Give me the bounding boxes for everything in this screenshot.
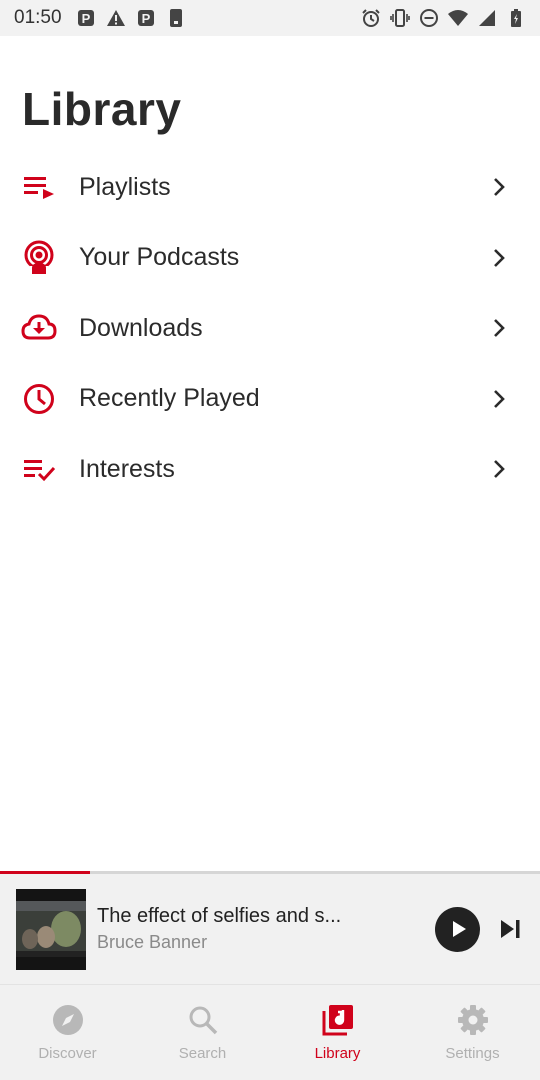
nav-item-library[interactable]: Library [270, 985, 405, 1080]
signal-icon [479, 10, 495, 26]
podcast-icon [20, 239, 58, 277]
play-button[interactable] [435, 906, 480, 952]
nav-item-settings[interactable]: Settings [405, 985, 540, 1080]
menu-item-playlists[interactable]: Playlists [0, 152, 540, 223]
status-time: 01:50 [14, 7, 62, 28]
wifi-icon [448, 10, 468, 26]
gear-icon [457, 1005, 488, 1035]
skip-next-button[interactable] [496, 915, 524, 943]
status-system-icons [361, 8, 526, 28]
search-icon [189, 1006, 217, 1035]
status-notification-icons: P P [76, 8, 186, 28]
nav-item-discover[interactable]: Discover [0, 985, 135, 1080]
mini-player[interactable]: The effect of selfies and s... Bruce Ban… [0, 874, 540, 984]
bottom-navigation: Discover Search Library Settings [0, 984, 540, 1080]
nav-label: Settings [445, 1045, 500, 1062]
chevron-right-icon [494, 248, 505, 267]
skip-next-icon [501, 920, 520, 938]
svg-text:P: P [141, 11, 150, 26]
playlist-icon [20, 168, 58, 206]
svg-text:P: P [81, 11, 90, 26]
track-artist: Bruce Banner [97, 932, 208, 952]
nav-item-search[interactable]: Search [135, 985, 270, 1080]
page-title: Library [22, 83, 182, 135]
clock-icon [20, 380, 58, 418]
menu-item-interests[interactable]: Interests [0, 434, 540, 505]
chevron-right-icon [494, 460, 505, 479]
parking-icon: P [77, 10, 94, 26]
compass-icon [52, 1005, 83, 1035]
alarm-icon [362, 9, 380, 27]
library-menu: Playlists Your Podcasts Downloads Recent… [0, 152, 540, 505]
battery-icon [511, 9, 521, 27]
play-icon [452, 921, 466, 937]
chevron-right-icon [494, 389, 505, 408]
menu-item-your-podcasts[interactable]: Your Podcasts [0, 223, 540, 294]
chevron-right-icon [494, 319, 505, 338]
track-info: The effect of selfies and s... Bruce Ban… [97, 905, 425, 953]
menu-item-label: Downloads [79, 313, 203, 342]
menu-item-downloads[interactable]: Downloads [0, 293, 540, 364]
library-music-icon [322, 1005, 353, 1036]
menu-item-label: Your Podcasts [79, 243, 240, 272]
warning-icon [106, 10, 125, 26]
cloud-download-icon [20, 309, 58, 347]
nav-label: Search [178, 1045, 227, 1062]
parking-icon: P [137, 10, 154, 26]
do-not-disturb-icon [420, 9, 438, 27]
nav-label: Library [314, 1045, 361, 1062]
menu-item-recently-played[interactable]: Recently Played [0, 364, 540, 435]
nav-label: Discover [38, 1045, 97, 1062]
status-bar: 01:50 P P [0, 0, 540, 36]
chevron-right-icon [494, 178, 505, 197]
vibrate-icon [390, 9, 410, 27]
phone-icon [169, 9, 182, 27]
menu-item-label: Interests [79, 454, 175, 483]
checklist-icon [20, 450, 58, 488]
track-title: The effect of selfies and s... [97, 905, 342, 927]
menu-item-label: Recently Played [79, 384, 260, 413]
menu-item-label: Playlists [79, 172, 171, 201]
album-art [16, 888, 86, 970]
